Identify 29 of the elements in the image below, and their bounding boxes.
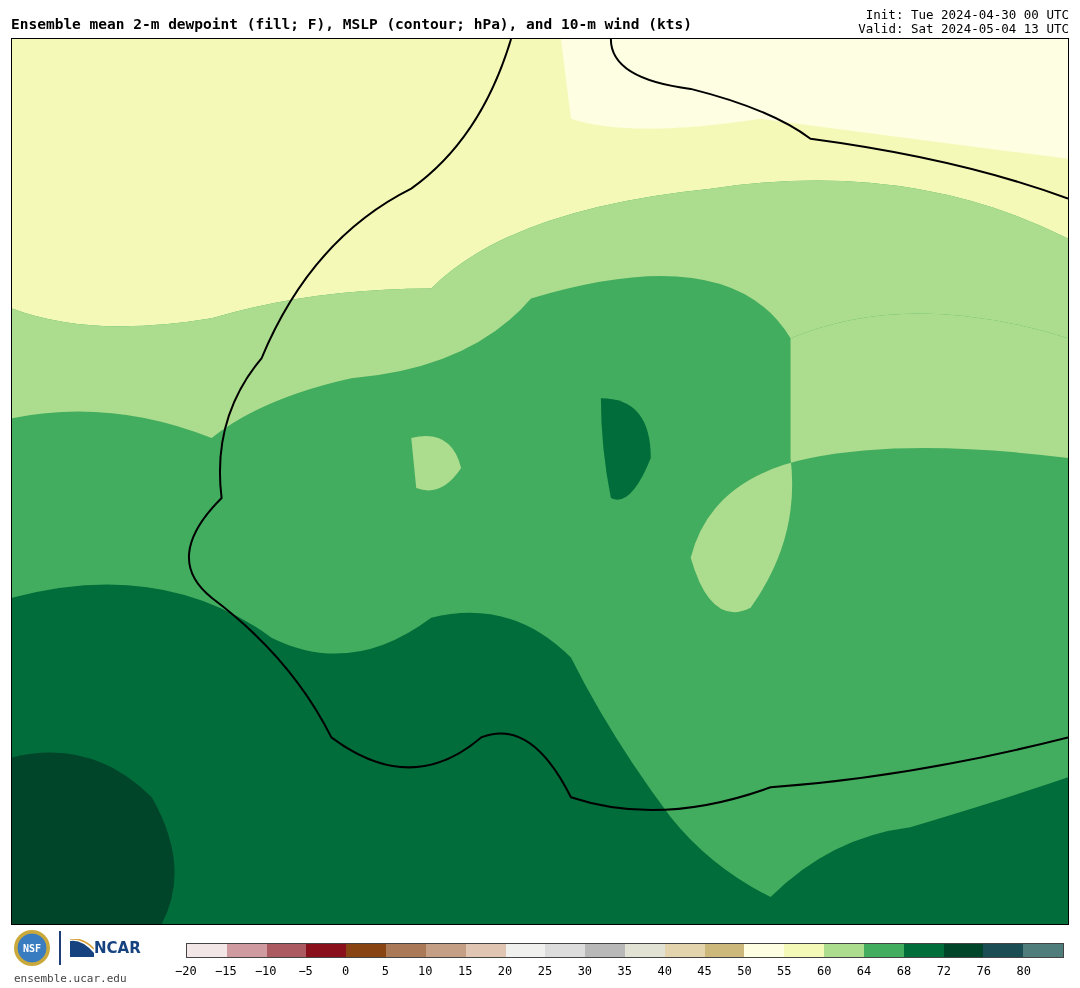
tick-label: 35: [616, 963, 633, 980]
tick-label: −10: [253, 963, 278, 980]
tick-label: 72: [935, 963, 953, 980]
chart-title: Ensemble mean 2-m dewpoint (fill; F), MSLP (contour; hPa), and 10-m wind (kts): [11, 15, 692, 34]
tick-label: 25: [536, 963, 554, 980]
tick-label: 55: [776, 963, 793, 980]
init-time: Init: Tue 2024-04-30 00 UTC: [864, 8, 1069, 22]
tick-label: 45: [696, 963, 713, 980]
tick-label: 68: [895, 963, 913, 980]
swoosh-icon: [70, 939, 94, 957]
tick-label: 76: [975, 963, 992, 980]
tick-label: −20: [174, 963, 198, 980]
tick-label: 10: [417, 963, 434, 980]
tick-label: 60: [815, 963, 833, 980]
tick-label: 40: [656, 963, 673, 980]
tick-label: −15: [214, 963, 238, 980]
tick-label: 5: [380, 963, 390, 980]
valid-time: Valid: Sat 2024-05-04 13 UTC: [858, 22, 1069, 36]
tick-label: 0: [340, 963, 351, 980]
tick-label: 50: [736, 963, 753, 980]
nsf-logo: NSF: [14, 930, 50, 966]
tick-label: 64: [855, 963, 873, 980]
site-url: ensemble.ucar.edu: [14, 971, 128, 987]
tick-label: 30: [576, 963, 594, 980]
tick-label: −5: [297, 963, 314, 980]
tick-label: 15: [456, 963, 474, 980]
ncar-logo-text: NCAR: [94, 937, 141, 959]
tick-label: 20: [496, 963, 514, 980]
tick-label: 80: [1015, 963, 1032, 980]
